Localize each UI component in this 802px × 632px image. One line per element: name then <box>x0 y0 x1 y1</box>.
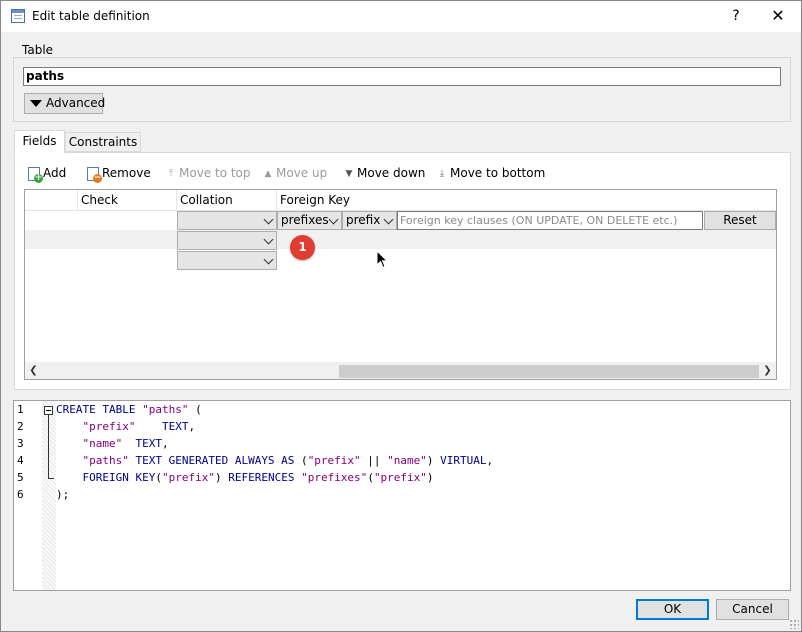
move-bottom-icon: ⤓ <box>440 168 444 179</box>
move-to-bottom-button[interactable]: ⤓ Move to bottom <box>437 165 545 183</box>
fold-margin <box>42 401 56 590</box>
window-title: Edit table definition <box>32 9 150 23</box>
column-header-collation[interactable]: Collation <box>177 190 277 211</box>
advanced-toggle-button[interactable]: Advanced <box>24 93 106 114</box>
move-top-label: Move to top <box>179 166 251 180</box>
sql-preview-editor[interactable]: 1 2 3 4 5 6 CREATE TABLE "paths" ( "pref… <box>13 400 791 591</box>
line-number: 2 <box>17 420 24 433</box>
resize-grip[interactable] <box>789 619 799 629</box>
ok-button[interactable]: OK <box>636 599 709 620</box>
chevron-down-icon <box>328 214 339 225</box>
table-name-input[interactable]: paths <box>23 67 781 86</box>
code-line: ); <box>56 488 70 501</box>
move-to-top-button[interactable]: ⤒ Move to top <box>166 165 251 183</box>
line-number: 4 <box>17 454 24 467</box>
table-group-label: Table <box>21 43 55 57</box>
fields-grid: Check Collation Foreign Key prefixes pre… <box>24 189 777 380</box>
triangle-down-icon <box>30 100 42 107</box>
collation-select[interactable] <box>177 231 277 250</box>
line-number: 6 <box>17 488 24 501</box>
column-header-check[interactable]: Check <box>78 190 177 211</box>
remove-document-icon: − <box>87 166 102 183</box>
table-icon <box>11 9 25 23</box>
horizontal-scrollbar[interactable]: ❮ ❯ <box>25 362 776 379</box>
annotation-badge: 1 <box>290 235 315 260</box>
move-up-button[interactable]: ▲ Move up <box>263 165 328 183</box>
line-number: 3 <box>17 437 24 450</box>
remove-label: Remove <box>102 166 151 180</box>
scroll-left-icon[interactable]: ❮ <box>25 362 42 379</box>
move-bottom-label: Move to bottom <box>450 166 546 180</box>
table-row <box>25 230 776 249</box>
mouse-cursor-icon <box>376 250 388 269</box>
tab-constraints[interactable]: Constraints <box>65 132 141 152</box>
code-line: CREATE TABLE "paths" ( <box>56 403 202 416</box>
tab-fields[interactable]: Fields <box>14 130 65 153</box>
add-label: Add <box>43 166 67 180</box>
advanced-label: Advanced <box>46 96 106 110</box>
fold-collapse-icon[interactable] <box>44 406 53 415</box>
fold-line <box>48 415 49 478</box>
chevron-down-icon <box>263 254 274 265</box>
fk-clause-input[interactable]: Foreign key clauses (ON UPDATE, ON DELET… <box>397 211 703 230</box>
code-line: "prefix" TEXT, <box>82 420 196 433</box>
chevron-down-icon <box>383 214 394 225</box>
chevron-down-icon <box>263 214 274 225</box>
grid-header: Check Collation Foreign Key <box>25 190 776 211</box>
chevron-down-icon <box>263 234 274 245</box>
remove-field-button[interactable]: − Remove <box>87 165 151 183</box>
line-number: 1 <box>17 403 24 416</box>
fk-table-value: prefixes <box>281 213 329 227</box>
scroll-right-icon[interactable]: ❯ <box>759 362 776 379</box>
column-header-blank[interactable] <box>25 190 78 211</box>
fold-end <box>48 478 54 479</box>
code-line: FOREIGN KEY("prefix") REFERENCES "prefix… <box>82 471 434 484</box>
reset-fk-button[interactable]: Reset <box>704 211 776 230</box>
close-button[interactable]: ✕ <box>758 4 798 28</box>
collation-select[interactable] <box>177 251 277 270</box>
move-top-icon: ⤒ <box>169 168 173 179</box>
code-line: "paths" TEXT GENERATED ALWAYS AS ("prefi… <box>82 454 494 467</box>
add-document-icon: + <box>28 166 43 183</box>
move-down-button[interactable]: ▼ Move down <box>344 165 426 183</box>
collation-select[interactable] <box>177 211 277 230</box>
cancel-button[interactable]: Cancel <box>716 599 789 620</box>
code-line: "name" TEXT, <box>82 437 169 450</box>
fk-table-select[interactable]: prefixes <box>277 211 342 230</box>
line-number: 5 <box>17 471 24 484</box>
fk-column-value: prefix <box>346 213 381 227</box>
move-up-icon: ▲ <box>264 168 272 179</box>
move-up-label: Move up <box>276 166 328 180</box>
move-down-icon: ▼ <box>345 168 353 179</box>
add-field-button[interactable]: + Add <box>28 165 66 183</box>
edit-table-dialog: Edit table definition ? ✕ Table paths Ad… <box>0 0 802 632</box>
column-header-foreign-key[interactable]: Foreign Key <box>277 190 776 211</box>
fk-column-select[interactable]: prefix <box>342 211 397 230</box>
title-bar: Edit table definition ? ✕ <box>1 1 801 32</box>
help-button[interactable]: ? <box>716 4 756 28</box>
scrollbar-thumb[interactable] <box>339 365 759 378</box>
move-down-label: Move down <box>357 166 426 180</box>
